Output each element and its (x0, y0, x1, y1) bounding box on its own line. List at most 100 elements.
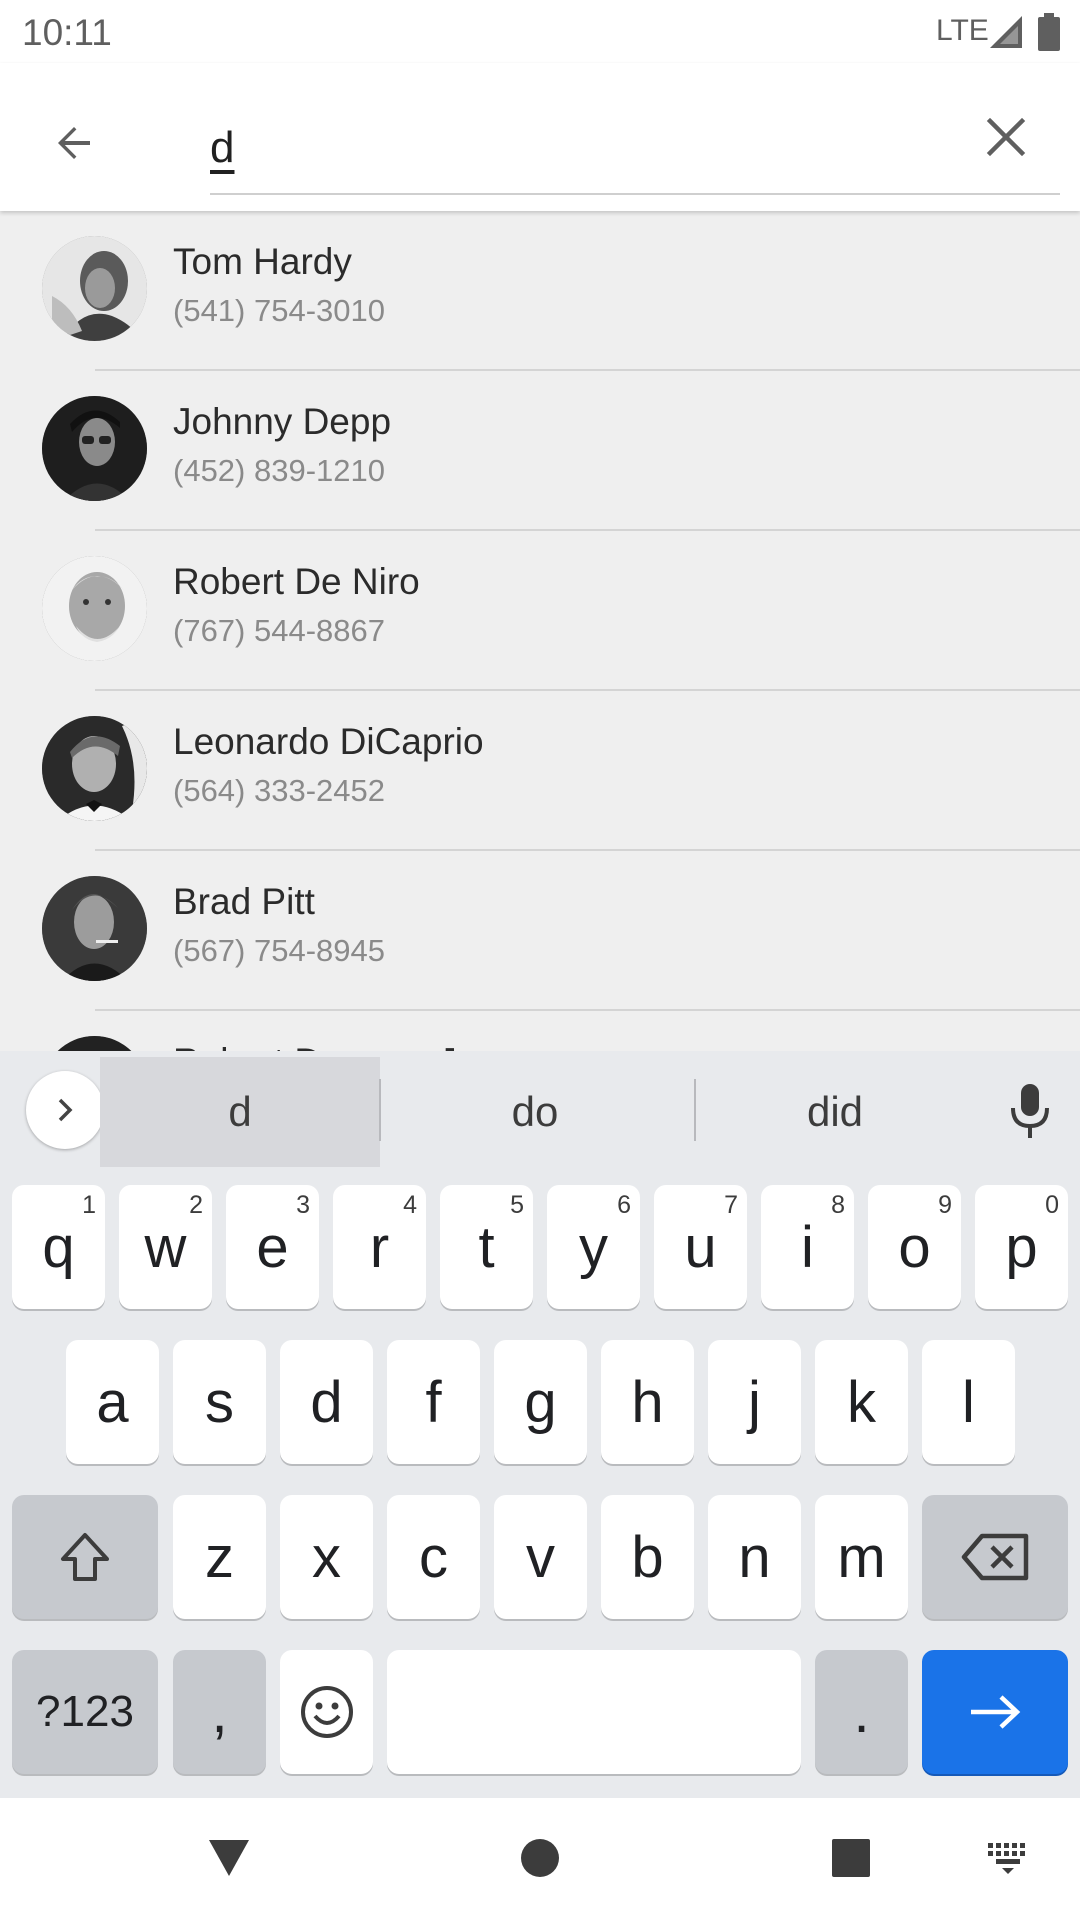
key-label: u (684, 1214, 717, 1280)
keyboard-switch-button[interactable] (973, 1828, 1043, 1888)
key-label: w (144, 1214, 187, 1280)
keyboard-switch-icon (988, 1843, 1025, 1874)
key-label: y (579, 1214, 608, 1280)
contact-phone: (541) 754-3010 (173, 293, 385, 328)
key-v[interactable]: v (494, 1495, 587, 1619)
nav-home-button[interactable] (505, 1828, 575, 1888)
avatar (42, 1036, 147, 1051)
key-label: r (369, 1214, 390, 1280)
avatar (42, 876, 147, 981)
nav-home-circle-icon (521, 1839, 559, 1877)
search-header: d (0, 63, 1080, 211)
suggestion-2[interactable]: do (390, 1057, 680, 1167)
space-key[interactable] (387, 1650, 801, 1774)
key-h[interactable]: h (601, 1340, 694, 1464)
key-hint: 1 (82, 1191, 96, 1219)
key-q[interactable]: q1 (12, 1185, 105, 1309)
backspace-key[interactable] (922, 1495, 1068, 1619)
key-i[interactable]: i8 (761, 1185, 854, 1309)
key-g[interactable]: g (494, 1340, 587, 1464)
enter-key[interactable] (922, 1650, 1068, 1774)
symbols-key[interactable]: ?123 (12, 1650, 158, 1774)
key-label: o (898, 1214, 931, 1280)
suggestion-3[interactable]: did (700, 1057, 970, 1167)
key-j[interactable]: j (708, 1340, 801, 1464)
arrow-forward-icon (971, 1695, 1021, 1729)
avatar (42, 556, 147, 661)
key-label: q (42, 1214, 75, 1280)
key-a[interactable]: a (66, 1340, 159, 1464)
signal-icon (988, 14, 1024, 55)
key-n[interactable]: n (708, 1495, 801, 1619)
key-f[interactable]: f (387, 1340, 480, 1464)
shift-key[interactable] (12, 1495, 158, 1619)
key-label: t (478, 1214, 495, 1280)
key-b[interactable]: b (601, 1495, 694, 1619)
list-item[interactable]: Robert Downey Jr. (0, 1011, 1080, 1051)
key-hint: 6 (617, 1191, 631, 1219)
arrow-back-icon (58, 127, 90, 159)
nav-back-button[interactable] (194, 1828, 264, 1888)
close-icon (986, 117, 1026, 157)
comma-key[interactable]: , (173, 1650, 266, 1774)
status-bar: 10:11 LTE (0, 0, 1080, 63)
search-input[interactable]: d (210, 103, 1060, 195)
list-item[interactable]: Robert De Niro (767) 544-8867 (0, 531, 1080, 691)
clear-search-button[interactable] (968, 99, 1044, 175)
network-type: LTE (936, 14, 989, 47)
list-item[interactable]: Tom Hardy (541) 754-3010 (0, 211, 1080, 371)
search-query: d (210, 123, 235, 172)
key-w[interactable]: w2 (119, 1185, 212, 1309)
nav-recents-square-icon (832, 1839, 870, 1877)
battery-icon (1037, 13, 1061, 56)
key-d[interactable]: d (280, 1340, 373, 1464)
key-label: p (1005, 1214, 1038, 1280)
list-item[interactable]: Johnny Depp (452) 839-1210 (0, 371, 1080, 531)
key-hint: 7 (724, 1191, 738, 1219)
mic-icon (1011, 1084, 1049, 1138)
key-t[interactable]: t5 (440, 1185, 533, 1309)
key-k[interactable]: k (815, 1340, 908, 1464)
key-l[interactable]: l (922, 1340, 1015, 1464)
contact-phone: (767) 544-8867 (173, 613, 385, 648)
key-o[interactable]: o9 (868, 1185, 961, 1309)
key-label: e (256, 1214, 289, 1280)
key-r[interactable]: r4 (333, 1185, 426, 1309)
suggestion-1[interactable]: d (100, 1057, 380, 1167)
period-key[interactable]: . (815, 1650, 908, 1774)
list-item[interactable]: Brad Pitt (567) 754-8945 (0, 851, 1080, 1011)
shift-icon (61, 1533, 109, 1581)
emoji-key[interactable] (280, 1650, 373, 1774)
contact-list: Tom Hardy (541) 754-3010 Johnny Depp (45… (0, 211, 1080, 1051)
contact-phone: (452) 839-1210 (173, 453, 385, 488)
key-p[interactable]: p0 (975, 1185, 1068, 1309)
contact-name: Robert De Niro (173, 561, 420, 602)
voice-input-button[interactable] (1000, 1081, 1060, 1141)
separator (379, 1079, 381, 1141)
key-z[interactable]: z (173, 1495, 266, 1619)
chevron-right-icon (58, 1098, 73, 1122)
contact-name: Robert Downey Jr. (173, 1041, 477, 1051)
list-item[interactable]: Leonardo DiCaprio (564) 333-2452 (0, 691, 1080, 851)
key-m[interactable]: m (815, 1495, 908, 1619)
emoji-icon (300, 1686, 353, 1738)
suggestion-strip: d do did (0, 1051, 1080, 1169)
nav-recents-button[interactable] (816, 1828, 886, 1888)
soft-keyboard: d do did q1 w2 e3 r4 t5 y6 u7 i8 o9 p0 a… (0, 1051, 1080, 1798)
key-y[interactable]: y6 (547, 1185, 640, 1309)
key-c[interactable]: c (387, 1495, 480, 1619)
navigation-bar (0, 1798, 1080, 1920)
contact-phone: (567) 754-8945 (173, 933, 385, 968)
key-x[interactable]: x (280, 1495, 373, 1619)
key-s[interactable]: s (173, 1340, 266, 1464)
expand-toolbar-button[interactable] (26, 1071, 104, 1149)
back-button[interactable] (36, 105, 112, 181)
contact-name: Brad Pitt (173, 881, 315, 922)
separator (694, 1079, 696, 1141)
avatar (42, 236, 147, 341)
key-u[interactable]: u7 (654, 1185, 747, 1309)
key-hint: 3 (296, 1191, 310, 1219)
key-hint: 4 (403, 1191, 417, 1219)
key-hint: 5 (510, 1191, 524, 1219)
key-e[interactable]: e3 (226, 1185, 319, 1309)
